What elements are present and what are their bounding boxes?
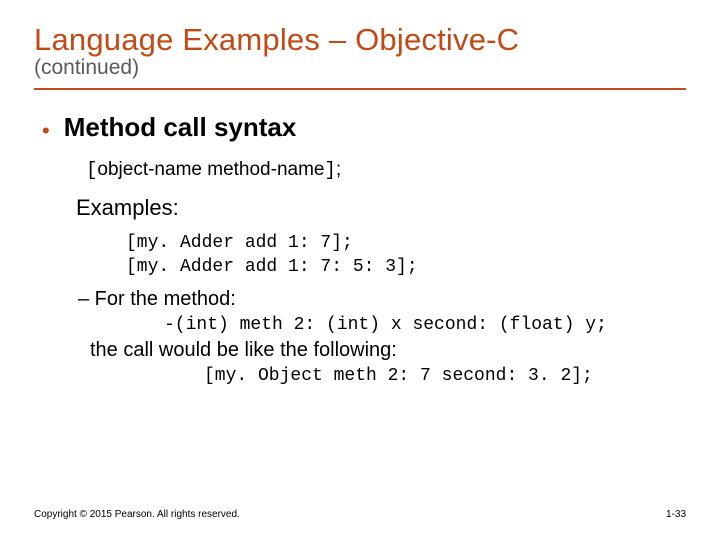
call-line: the call would be like the following: [90,339,686,362]
example-1: [my. Adder add 1: 7]; [126,231,686,255]
footer: Copyright © 2015 Pearson. All rights res… [34,509,686,520]
syntax-obj: object-name [97,159,202,180]
slide-title: Language Examples – Objective-C [34,22,686,58]
syntax-semi: ; [336,159,341,180]
for-method-line: – For the method: [78,288,686,311]
bullet-dot-icon: • [42,120,50,142]
example-block: [my. Adder add 1: 7]; [my. Adder add 1: … [126,231,686,280]
syntax-close: ] [324,159,335,181]
method-declaration: -(int) meth 2: (int) x second: (float) y… [164,315,686,335]
syntax-meth: method-name [207,159,324,180]
syntax-line: [object-name method-name]; [86,159,686,181]
copyright-text: Copyright © 2015 Pearson. All rights res… [34,509,240,520]
bullet-text: Method call syntax [64,112,297,143]
slide-subtitle: (continued) [34,56,686,80]
call-code: [my. Object meth 2: 7 second: 3. 2]; [204,366,686,386]
examples-label: Examples: [76,195,686,221]
page-number: 1-33 [666,509,686,520]
example-2: [my. Adder add 1: 7: 5: 3]; [126,255,686,279]
slide: Language Examples – Objective-C (continu… [0,0,720,540]
syntax-open: [ [86,159,97,181]
title-rule [34,88,686,90]
bullet-row: • Method call syntax [42,112,686,143]
